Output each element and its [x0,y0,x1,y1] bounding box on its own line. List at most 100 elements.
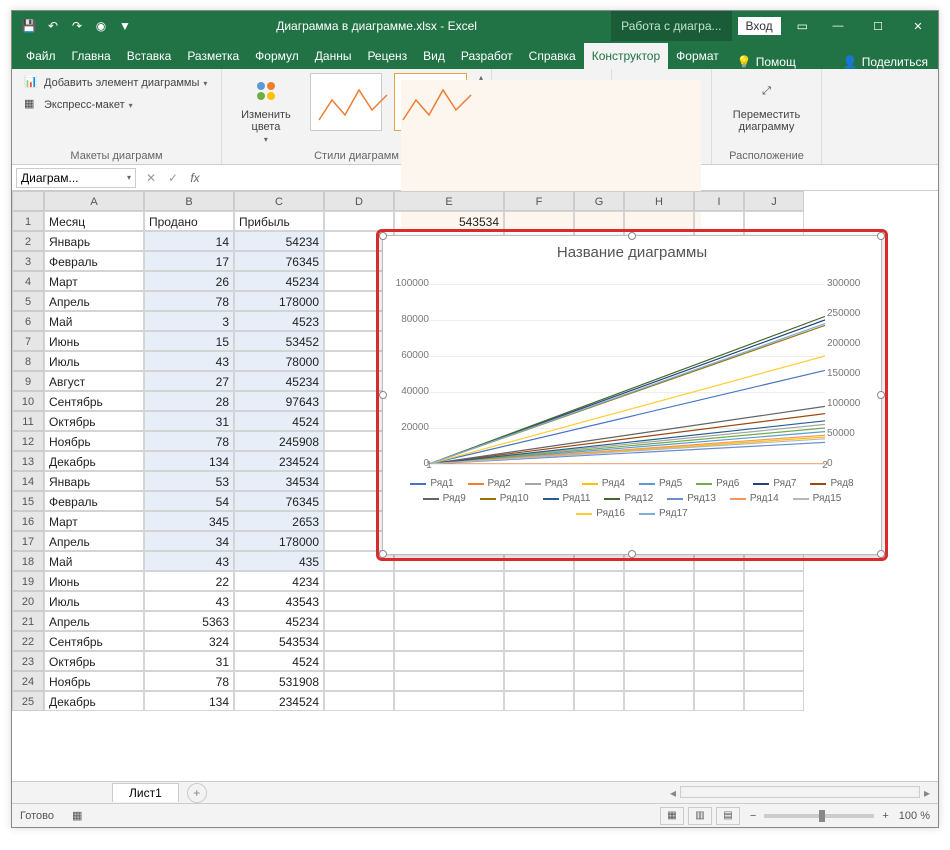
cell[interactable]: 45234 [234,271,324,291]
row-header[interactable]: 7 [12,331,44,351]
row-header[interactable]: 14 [12,471,44,491]
cell[interactable]: 3 [144,311,234,331]
cell[interactable]: 4523 [234,311,324,331]
resize-handle[interactable] [379,391,387,399]
cell[interactable] [504,651,574,671]
col-header[interactable]: E [394,191,504,211]
cell[interactable]: 45234 [234,611,324,631]
cell[interactable] [744,651,804,671]
cell[interactable] [624,691,694,711]
row-header[interactable]: 9 [12,371,44,391]
tab-review[interactable]: Реценз [359,43,415,69]
row-header[interactable]: 8 [12,351,44,371]
cell[interactable]: 134 [144,691,234,711]
cell[interactable] [694,671,744,691]
zoom-in-button[interactable]: + [882,810,888,822]
cell[interactable] [504,571,574,591]
row-header[interactable]: 18 [12,551,44,571]
cell[interactable] [324,651,394,671]
col-header[interactable]: G [574,191,624,211]
cell[interactable]: 78 [144,291,234,311]
cell[interactable] [624,671,694,691]
legend-item[interactable]: Ряд17 [639,508,688,519]
row-header[interactable]: 22 [12,631,44,651]
cell[interactable] [574,651,624,671]
row-header[interactable]: 4 [12,271,44,291]
accept-formula-icon[interactable]: ✓ [162,171,184,185]
add-sheet-button[interactable]: + [187,783,207,803]
cell[interactable] [744,631,804,651]
cell[interactable]: 78 [144,671,234,691]
cell[interactable] [504,591,574,611]
row-header[interactable]: 13 [12,451,44,471]
row-header[interactable]: 5 [12,291,44,311]
row-header[interactable]: 23 [12,651,44,671]
cell[interactable]: Октябрь [44,651,144,671]
chevron-down-icon[interactable]: ▾ [127,173,131,182]
cell[interactable]: 543534 [234,631,324,651]
cell[interactable] [504,671,574,691]
cell[interactable] [624,611,694,631]
cell[interactable]: 34534 [234,471,324,491]
cancel-formula-icon[interactable]: ✕ [140,171,162,185]
legend-item[interactable]: Ряд5 [639,478,682,489]
cell[interactable]: Май [44,551,144,571]
cell[interactable] [694,591,744,611]
cell[interactable]: Март [44,271,144,291]
cell[interactable]: Апрель [44,531,144,551]
cell[interactable] [394,591,504,611]
tab-help[interactable]: Справка [521,43,584,69]
cell[interactable] [394,611,504,631]
legend-item[interactable]: Ряд3 [525,478,568,489]
cell[interactable]: Март [44,511,144,531]
cell[interactable] [504,631,574,651]
cell[interactable]: 4234 [234,571,324,591]
cell[interactable] [574,631,624,651]
cell[interactable] [624,651,694,671]
resize-handle[interactable] [628,232,636,240]
cell[interactable]: 45234 [234,371,324,391]
cell[interactable]: 43 [144,351,234,371]
cell[interactable]: 324 [144,631,234,651]
cell[interactable]: 435 [234,551,324,571]
cell[interactable]: 4524 [234,411,324,431]
row-header[interactable]: 15 [12,491,44,511]
undo-icon[interactable]: ↶ [46,19,60,33]
row-header[interactable]: 2 [12,231,44,251]
cell[interactable]: 31 [144,651,234,671]
cell[interactable]: Декабрь [44,691,144,711]
cell[interactable]: 245908 [234,431,324,451]
cell[interactable] [574,691,624,711]
cell[interactable] [574,591,624,611]
resize-handle[interactable] [877,391,885,399]
cell[interactable] [394,651,504,671]
legend-item[interactable]: Ряд7 [753,478,796,489]
qat-dropdown-icon[interactable]: ▼ [118,19,132,33]
cell[interactable]: 27 [144,371,234,391]
col-header[interactable]: B [144,191,234,211]
cell[interactable] [694,611,744,631]
legend-item[interactable]: Ряд1 [410,478,453,489]
cell[interactable]: 78 [144,431,234,451]
cell[interactable]: Июль [44,591,144,611]
legend-item[interactable]: Ряд10 [480,493,529,504]
chart-object[interactable]: Название диаграммы 020000400006000080000… [382,235,882,555]
normal-view-button[interactable]: ▦ [660,807,684,825]
cell[interactable]: Декабрь [44,451,144,471]
cell[interactable] [574,211,624,231]
tab-formulas[interactable]: Формул [247,43,307,69]
cell[interactable] [504,611,574,631]
select-all-cell[interactable] [12,191,44,211]
col-header[interactable]: F [504,191,574,211]
cell[interactable]: 22 [144,571,234,591]
resize-handle[interactable] [877,232,885,240]
legend-item[interactable]: Ряд4 [582,478,625,489]
login-button[interactable]: Вход [738,17,781,35]
cell[interactable]: Апрель [44,291,144,311]
tab-layout[interactable]: Разметка [179,43,247,69]
cell[interactable] [694,571,744,591]
cell[interactable]: Апрель [44,611,144,631]
row-header[interactable]: 1 [12,211,44,231]
row-header[interactable]: 21 [12,611,44,631]
row-header[interactable]: 24 [12,671,44,691]
